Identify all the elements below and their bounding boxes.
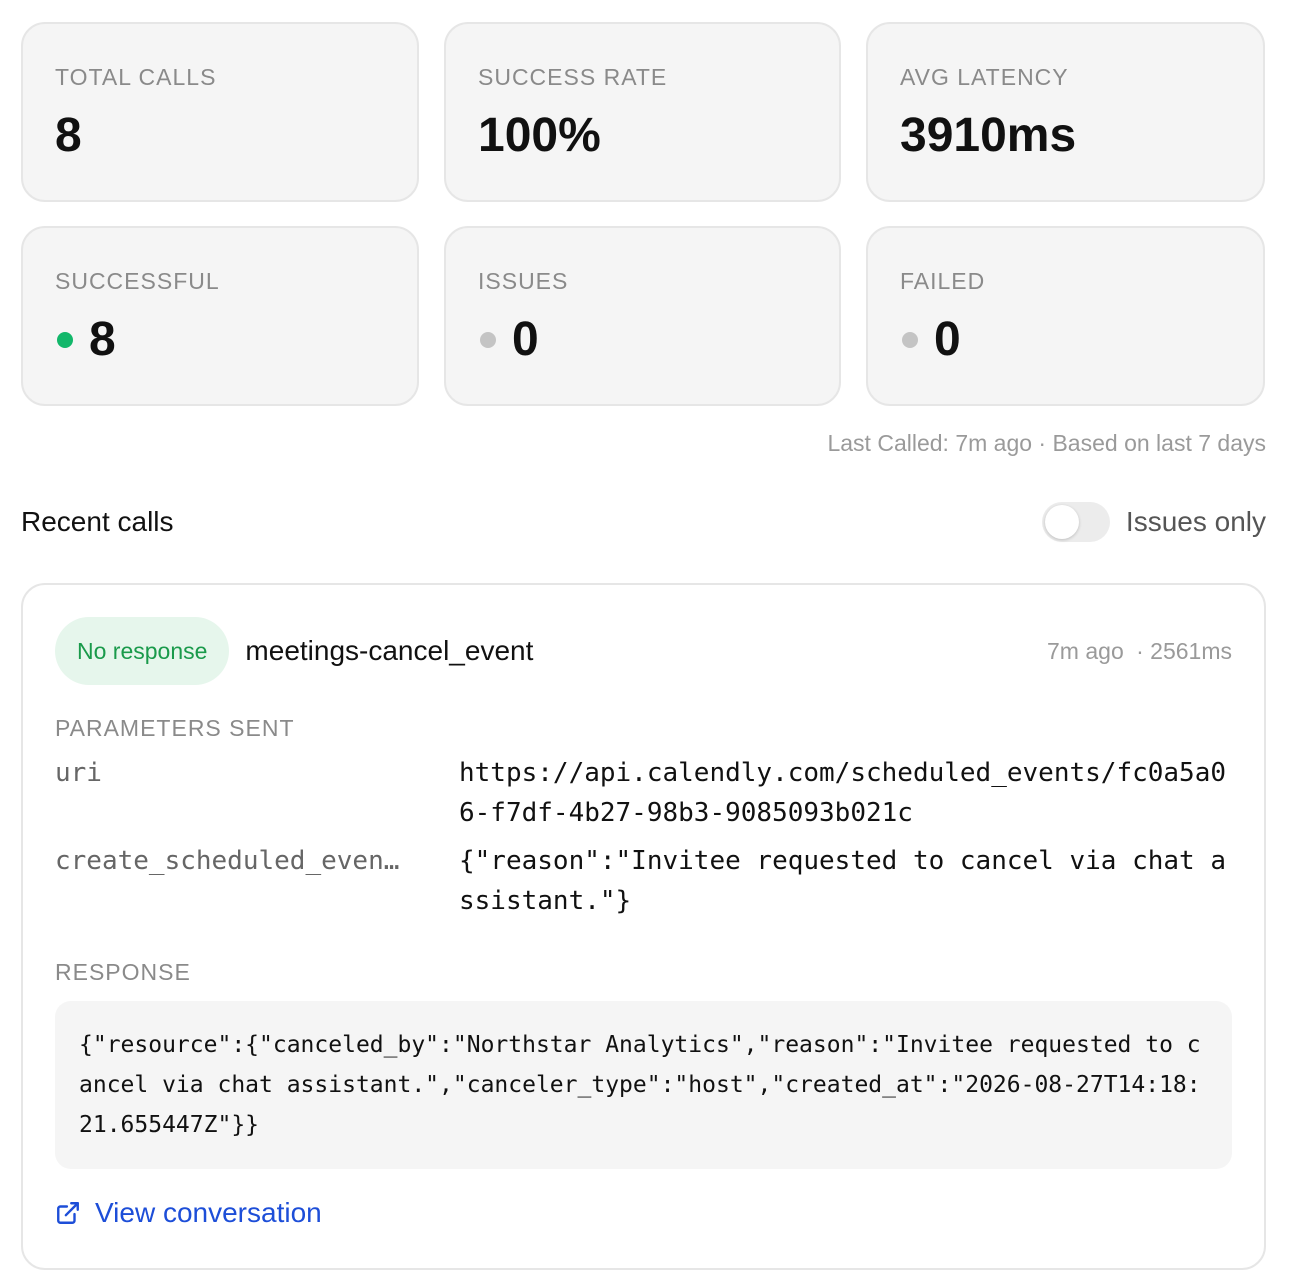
stat-card-success-rate: SUCCESS RATE 100%	[444, 22, 841, 202]
stat-value-text: 0	[934, 313, 961, 366]
stat-value: 0	[900, 312, 1231, 368]
stat-value: 100%	[478, 108, 807, 164]
issues-only-toggle-wrap: Issues only	[1041, 502, 1266, 542]
stat-value: 0	[478, 312, 807, 368]
stat-value-text: 8	[55, 109, 82, 162]
stat-value-text: 100%	[478, 109, 601, 162]
last-called-meta: Last Called: 7m ago · Based on last 7 da…	[827, 430, 1266, 456]
stat-card-avg-latency: AVG LATENCY 3910ms	[866, 22, 1265, 202]
param-row: uri https://api.calendly.com/scheduled_e…	[55, 753, 1232, 833]
view-conversation-label: View conversation	[95, 1197, 322, 1228]
stat-label: SUCCESS RATE	[478, 64, 668, 90]
stat-label: ISSUES	[478, 268, 569, 294]
stat-card-issues: ISSUES 0	[444, 226, 841, 406]
recent-calls-header: Recent calls Issues only	[21, 502, 1266, 542]
param-row: create_scheduled_even… {"reason":"Invite…	[55, 841, 1232, 921]
stat-value-text: 3910ms	[900, 109, 1077, 162]
stat-value: 3910ms	[900, 108, 1231, 164]
stat-value: 8	[55, 108, 385, 164]
issues-only-toggle[interactable]	[1041, 502, 1110, 542]
tool-name: meetings-cancel_event	[245, 635, 534, 666]
stat-value: 8	[55, 312, 385, 368]
call-time-ago: 7m ago	[1047, 637, 1124, 664]
toggle-knob	[1044, 505, 1079, 539]
param-key: create_scheduled_even…	[55, 846, 400, 876]
response-body: {"resource":{"canceled_by":"Northstar An…	[55, 1001, 1232, 1169]
view-conversation-link[interactable]: View conversation	[55, 1197, 1232, 1229]
response-label: RESPONSE	[55, 959, 191, 985]
status-badge: No response	[55, 617, 230, 685]
param-value: https://api.calendly.com/scheduled_event…	[459, 758, 1227, 828]
stat-value-text: 0	[512, 313, 539, 366]
call-header: No response meetings-cancel_event 7m ago…	[55, 617, 1232, 685]
stat-label: FAILED	[900, 268, 986, 294]
params-label: PARAMETERS SENT	[55, 715, 295, 741]
call-meta: 7m ago · 2561ms	[1047, 638, 1232, 665]
stats-grid: TOTAL CALLS 8 SUCCESS RATE 100% AVG LATE…	[21, 22, 1265, 406]
call-card: No response meetings-cancel_event 7m ago…	[21, 583, 1266, 1270]
external-link-icon	[57, 1202, 79, 1224]
call-duration: · 2561ms	[1136, 637, 1232, 664]
param-value: {"reason":"Invitee requested to cancel v…	[459, 846, 1227, 916]
stat-label: AVG LATENCY	[900, 64, 1069, 90]
stat-value-text: 8	[89, 313, 116, 366]
stat-card-total-calls: TOTAL CALLS 8	[21, 22, 419, 202]
status-dot-icon	[902, 332, 918, 348]
stat-label: SUCCESSFUL	[55, 268, 220, 294]
param-key: uri	[55, 758, 102, 788]
toggle-label: Issues only	[1125, 506, 1266, 537]
stat-card-failed: FAILED 0	[866, 226, 1265, 406]
status-dot-icon	[57, 332, 73, 348]
status-dot-icon	[480, 332, 496, 348]
stat-card-successful: SUCCESSFUL 8	[21, 226, 419, 406]
section-title: Recent calls	[21, 506, 174, 537]
stat-label: TOTAL CALLS	[55, 64, 217, 90]
